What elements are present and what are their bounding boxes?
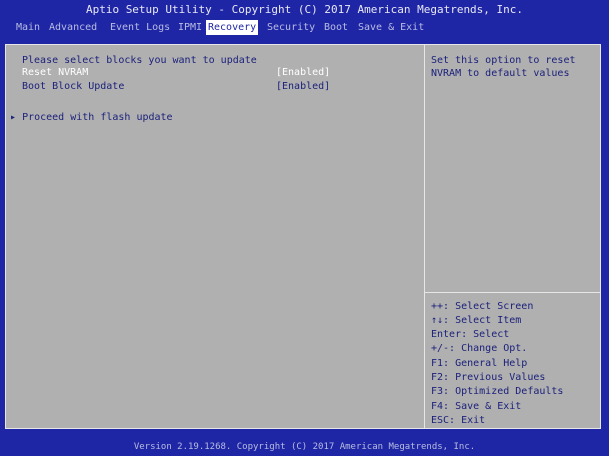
help-key-select-screen: ++: Select Screen xyxy=(431,301,534,312)
help-description-line: NVRAM to default values xyxy=(431,68,570,79)
help-description-line: Set this option to reset xyxy=(431,55,576,66)
tab-bar: Main Advanced Event Logs IPMI Recovery S… xyxy=(0,20,609,35)
section-heading: Please select blocks you want to update xyxy=(22,55,257,66)
tab-ipmi[interactable]: IPMI xyxy=(176,20,204,35)
tab-event-logs[interactable]: Event Logs xyxy=(108,20,172,35)
tab-advanced[interactable]: Advanced xyxy=(47,20,99,35)
help-key-save-exit: F4: Save & Exit xyxy=(431,401,522,412)
version-footer: Version 2.19.1268. Copyright (C) 2017 Am… xyxy=(133,442,476,452)
help-key-general-help: F1: General Help xyxy=(431,358,528,369)
tab-recovery[interactable]: Recovery xyxy=(206,20,259,35)
tab-boot[interactable]: Boot xyxy=(322,20,350,35)
option-boot-block-value[interactable]: [Enabled] xyxy=(276,81,330,93)
setup-panel: Please select blocks you want to update … xyxy=(5,44,601,429)
option-reset-nvram-label[interactable]: Reset NVRAM xyxy=(22,67,88,79)
submenu-arrow-icon: ▸ xyxy=(10,112,17,123)
option-reset-nvram-value[interactable]: [Enabled] xyxy=(276,67,330,79)
help-key-optimized-defaults: F3: Optimized Defaults xyxy=(431,386,564,397)
help-key-select-item: ↑↓: Select Item xyxy=(431,315,522,326)
window-title: Aptio Setup Utility - Copyright (C) 2017… xyxy=(85,3,524,16)
panel-vertical-divider xyxy=(424,45,425,428)
help-key-previous-values: F2: Previous Values xyxy=(431,372,546,383)
help-key-esc-exit: ESC: Exit xyxy=(431,415,486,426)
proceed-flash-update-link[interactable]: ▸ Proceed with flash update xyxy=(10,112,173,124)
tab-save-exit[interactable]: Save & Exit xyxy=(356,20,426,35)
help-key-enter-select: Enter: Select xyxy=(431,329,510,340)
proceed-flash-update-label: Proceed with flash update xyxy=(22,112,173,123)
help-key-change-opt: +/-: Change Opt. xyxy=(431,343,528,354)
tab-security[interactable]: Security xyxy=(265,20,317,35)
help-horizontal-divider xyxy=(425,292,600,293)
tab-main[interactable]: Main xyxy=(14,20,42,35)
option-boot-block-label[interactable]: Boot Block Update xyxy=(22,81,124,93)
